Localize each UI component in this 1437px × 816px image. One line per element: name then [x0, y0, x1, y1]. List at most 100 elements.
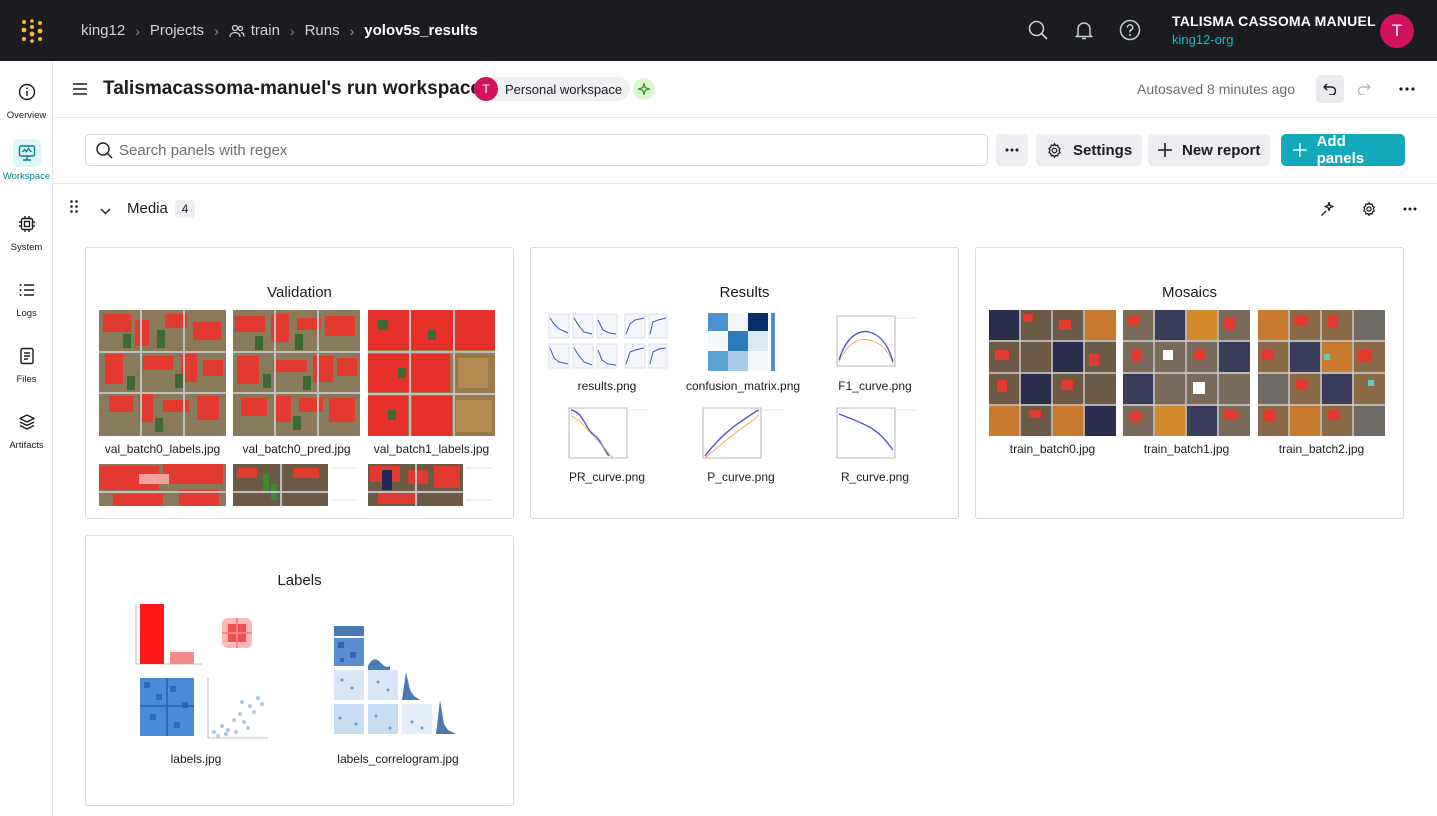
gear-icon	[1048, 142, 1061, 158]
workspace-header: Talismacassoma-manuel's run workspace T …	[53, 61, 1437, 118]
media-item[interactable]	[368, 464, 495, 506]
r-curve-image	[831, 404, 919, 462]
pr-curve-image	[563, 404, 651, 462]
media-caption: labels_correlogram.jpg	[337, 752, 459, 766]
settings-label: Settings	[1073, 141, 1133, 159]
media-caption: results.png	[577, 379, 637, 393]
top-bar: king12 › Projects › train › Runs › yolov…	[0, 0, 1437, 61]
breadcrumb-runs[interactable]: Runs	[305, 22, 340, 39]
gear-icon[interactable]	[1358, 198, 1380, 220]
rail-label: Overview	[6, 110, 47, 121]
media-item[interactable]: val_batch1_labels.jpg	[368, 310, 495, 456]
search-input-wrapper[interactable]	[85, 134, 988, 166]
left-rail: Overview Workspace System Logs Files Art…	[0, 61, 53, 816]
list-icon	[13, 276, 41, 304]
validation-image	[99, 464, 226, 506]
sparkle-icon[interactable]	[633, 78, 655, 100]
media-item[interactable]: confusion_matrix.png	[686, 313, 800, 393]
wandb-logo-icon[interactable]	[0, 0, 64, 61]
media-caption: PR_curve.png	[568, 470, 646, 484]
user-info[interactable]: TALISMA CASSOMA MANUEL king12-org	[1172, 13, 1376, 47]
media-item[interactable]	[99, 464, 226, 506]
more-options-icon[interactable]	[1393, 75, 1421, 103]
bell-icon[interactable]	[1072, 18, 1096, 42]
workspace-type-pill[interactable]: T Personal workspace	[474, 77, 631, 101]
validation-panel[interactable]: Validation val_batch0_labels.jpg val_bat…	[85, 247, 514, 519]
top-actions	[1026, 18, 1142, 42]
media-item[interactable]: val_batch0_labels.jpg	[99, 310, 226, 456]
breadcrumb-entity[interactable]: king12	[81, 22, 125, 39]
panel-title: Results	[719, 284, 770, 301]
breadcrumb-project-label: train	[250, 22, 280, 39]
undo-button[interactable]	[1316, 75, 1344, 103]
validation-image	[368, 464, 492, 506]
media-item[interactable]: train_batch2.jpg	[1258, 310, 1385, 456]
panel-title: Validation	[267, 284, 332, 301]
user-org-link[interactable]: king12-org	[1172, 32, 1376, 47]
results-panel[interactable]: Results results.png confusion_matrix.png…	[530, 247, 959, 519]
media-caption: R_curve.png	[840, 470, 910, 484]
more-options-icon	[1005, 148, 1019, 152]
plus-icon	[1293, 143, 1307, 157]
media-item[interactable]: train_batch1.jpg	[1123, 310, 1250, 456]
rail-label: Workspace	[2, 171, 51, 182]
new-report-button[interactable]: New report	[1148, 134, 1271, 166]
more-options-button[interactable]	[996, 134, 1028, 166]
media-item[interactable]: R_curve.png	[831, 404, 919, 484]
magic-wand-icon[interactable]	[1317, 198, 1339, 220]
settings-button[interactable]: Settings	[1036, 134, 1143, 166]
validation-image	[233, 464, 357, 506]
breadcrumb-run[interactable]: yolov5s_results	[364, 22, 477, 39]
breadcrumb-project[interactable]: train	[229, 22, 280, 39]
rail-item-artifacts[interactable]: Artifacts	[0, 408, 53, 451]
train-mosaic-image	[1258, 310, 1385, 436]
media-item[interactable]: results.png	[545, 312, 669, 393]
breadcrumb-projects[interactable]: Projects	[150, 22, 204, 39]
mosaics-panel[interactable]: Mosaics train_batch0.jpg train_batch1.jp…	[975, 247, 1404, 519]
media-caption: F1_curve.png	[838, 379, 912, 393]
media-item[interactable]: train_batch0.jpg	[989, 310, 1116, 456]
people-icon	[229, 24, 245, 37]
rail-item-workspace[interactable]: Workspace	[0, 139, 53, 182]
drag-handle-icon[interactable]	[70, 200, 78, 218]
chevron-down-icon[interactable]	[100, 202, 111, 220]
train-mosaic-image	[989, 310, 1116, 436]
media-caption: P_curve.png	[707, 470, 775, 484]
rail-item-logs[interactable]: Logs	[0, 276, 53, 319]
rail-item-overview[interactable]: Overview	[0, 78, 53, 121]
redo-button[interactable]	[1350, 75, 1378, 103]
media-item[interactable]: PR_curve.png	[563, 404, 651, 484]
new-report-label: New report	[1182, 141, 1261, 159]
undo-icon	[1323, 83, 1337, 95]
search-input[interactable]	[119, 141, 919, 159]
avatar[interactable]: T	[1380, 14, 1414, 48]
media-item[interactable]: P_curve.png	[697, 404, 785, 484]
redo-icon	[1357, 83, 1371, 95]
add-panels-label: Add panels	[1316, 133, 1365, 167]
cpu-icon	[13, 210, 41, 238]
search-icon[interactable]	[1026, 18, 1050, 42]
avatar: T	[474, 77, 498, 101]
section-count-badge: 4	[175, 200, 195, 218]
panel-title: Mosaics	[1161, 284, 1217, 301]
media-caption: labels.jpg	[170, 752, 222, 766]
media-item[interactable]	[233, 464, 360, 506]
media-caption: confusion_matrix.png	[686, 379, 801, 393]
help-icon[interactable]	[1118, 18, 1142, 42]
menu-icon[interactable]	[73, 82, 87, 100]
media-item[interactable]: labels.jpg	[122, 602, 270, 766]
rail-item-files[interactable]: Files	[0, 342, 53, 385]
p-curve-image	[697, 404, 785, 462]
labels-panel[interactable]: Labels labels.jpg labels_correlogram.jpg	[85, 535, 514, 806]
media-item[interactable]: F1_curve.png	[831, 312, 919, 393]
media-item[interactable]: val_batch0_pred.jpg	[233, 310, 360, 456]
file-icon	[13, 342, 41, 370]
chevron-right-icon: ›	[135, 22, 140, 39]
rail-item-system[interactable]: System	[0, 210, 53, 253]
panel-title: Labels	[277, 572, 322, 589]
media-item[interactable]: labels_correlogram.jpg	[326, 624, 470, 766]
media-caption: val_batch1_labels.jpg	[373, 442, 490, 456]
more-options-icon[interactable]	[1399, 198, 1421, 220]
add-panels-button[interactable]: Add panels	[1281, 133, 1405, 167]
rail-label: Artifacts	[9, 440, 44, 451]
